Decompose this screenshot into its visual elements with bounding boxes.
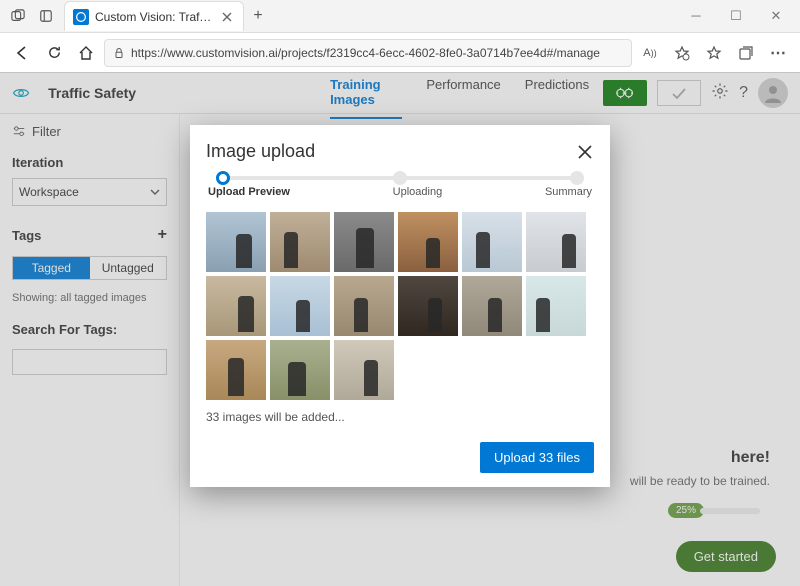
thumbnail[interactable] bbox=[206, 212, 266, 272]
upload-stepper bbox=[216, 176, 584, 180]
upload-files-button[interactable]: Upload 33 files bbox=[480, 442, 594, 473]
step-1-label: Upload Preview bbox=[208, 186, 290, 198]
menu-icon[interactable]: ⋯ bbox=[764, 39, 792, 67]
modal-close-icon[interactable] bbox=[576, 143, 594, 161]
thumbnail[interactable] bbox=[398, 212, 458, 272]
read-aloud-icon[interactable]: A)) bbox=[636, 39, 664, 67]
new-tab-icon[interactable]: + bbox=[244, 2, 272, 30]
browser-tab[interactable]: Custom Vision: Traffic Safety - Tr bbox=[64, 1, 244, 31]
step-3-dot bbox=[570, 171, 584, 185]
tab-actions-icon[interactable] bbox=[4, 2, 32, 30]
thumbnail[interactable] bbox=[270, 340, 330, 400]
step-2-dot bbox=[393, 171, 407, 185]
step-3-label: Summary bbox=[545, 186, 592, 198]
thumbnail[interactable] bbox=[526, 276, 586, 336]
thumbnail-grid bbox=[206, 212, 594, 400]
thumbnail[interactable] bbox=[270, 276, 330, 336]
step-2-label: Uploading bbox=[393, 186, 443, 198]
added-count-text: 33 images will be added... bbox=[206, 410, 594, 424]
image-upload-modal: Image upload Upload Preview Uploading Su… bbox=[190, 125, 610, 487]
thumbnail[interactable] bbox=[334, 340, 394, 400]
thumbnail[interactable] bbox=[462, 212, 522, 272]
lock-icon bbox=[113, 47, 125, 59]
modal-title: Image upload bbox=[206, 141, 315, 162]
url-bar[interactable]: https://www.customvision.ai/projects/f23… bbox=[104, 39, 632, 67]
refresh-icon[interactable] bbox=[40, 39, 68, 67]
thumbnail[interactable] bbox=[270, 212, 330, 272]
tab-row: Custom Vision: Traffic Safety - Tr + ─ ☐… bbox=[0, 0, 800, 32]
browser-chrome: Custom Vision: Traffic Safety - Tr + ─ ☐… bbox=[0, 0, 800, 73]
maximize-icon[interactable]: ☐ bbox=[720, 8, 752, 24]
thumbnail[interactable] bbox=[334, 276, 394, 336]
thumbnail[interactable] bbox=[334, 212, 394, 272]
thumbnail[interactable] bbox=[206, 276, 266, 336]
thumbnail[interactable] bbox=[398, 276, 458, 336]
close-window-icon[interactable]: ✕ bbox=[760, 8, 792, 24]
back-icon[interactable] bbox=[8, 39, 36, 67]
window-controls: ─ ☐ ✕ bbox=[680, 8, 796, 24]
minimize-icon[interactable]: ─ bbox=[680, 8, 712, 24]
collections-icon[interactable] bbox=[732, 39, 760, 67]
thumbnail[interactable] bbox=[462, 276, 522, 336]
tab-title: Custom Vision: Traffic Safety - Tr bbox=[95, 10, 213, 24]
tab-close-icon[interactable] bbox=[219, 9, 235, 25]
vertical-tabs-icon[interactable] bbox=[32, 2, 60, 30]
favicon-icon bbox=[73, 9, 89, 25]
url-text: https://www.customvision.ai/projects/f23… bbox=[131, 46, 623, 60]
step-1-dot bbox=[216, 171, 230, 185]
thumbnail[interactable] bbox=[526, 212, 586, 272]
thumbnail[interactable] bbox=[206, 340, 266, 400]
star-settings-icon[interactable] bbox=[668, 39, 696, 67]
home-icon[interactable] bbox=[72, 39, 100, 67]
favorites-icon[interactable] bbox=[700, 39, 728, 67]
